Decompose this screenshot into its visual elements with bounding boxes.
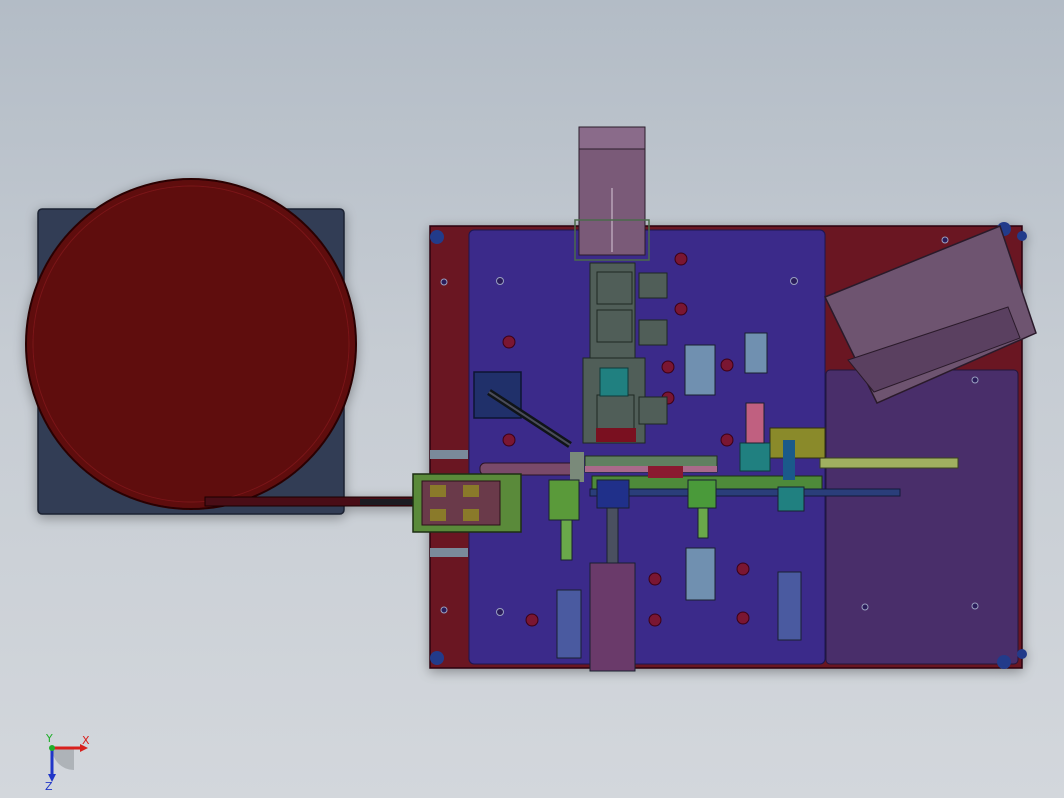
triad-x-label: X xyxy=(82,734,90,747)
linear-feeder-rail xyxy=(360,499,420,505)
cad-model-scene[interactable]: X Y Z xyxy=(0,0,1064,798)
bowl-feeder[interactable] xyxy=(25,178,421,515)
graphics-viewport[interactable]: X Y Z xyxy=(0,0,1064,798)
rotate-view-triad-icon: X Y Z xyxy=(45,732,90,793)
triad-z-label: Z xyxy=(45,780,53,793)
triad-y-label: Y xyxy=(45,732,53,745)
right-plate xyxy=(825,369,1019,665)
bowl-feeder-bowl xyxy=(25,178,357,510)
